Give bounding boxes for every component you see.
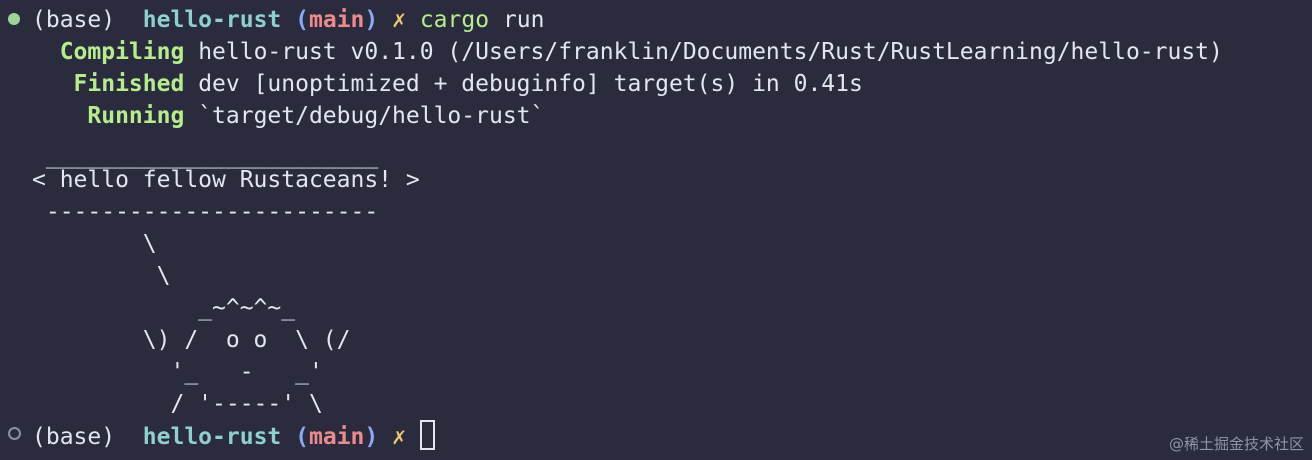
output-line-compiling: Compiling hello-rust v0.1.0 (/Users/fran… xyxy=(32,36,1223,68)
message-compiling: hello-rust v0.1.0 (/Users/franklin/Docum… xyxy=(198,39,1223,65)
conda-env: (base) xyxy=(32,7,116,33)
status-running: Running xyxy=(87,103,185,129)
ferris-line-9: / '-----' \ xyxy=(32,391,323,417)
ferris-line-8: '_ - _' xyxy=(32,359,323,385)
current-directory: hello-rust xyxy=(142,7,282,33)
current-directory: hello-rust xyxy=(142,424,282,450)
prompt-status-dot-idle xyxy=(8,427,21,440)
watermark: @稀土掘金技术社区 xyxy=(1168,435,1304,453)
terminal-window[interactable]: (base) hello-rust (main) ✗ cargo run Com… xyxy=(0,0,1312,460)
ferris-line-6: _~^~^~_ xyxy=(32,295,296,321)
prompt-line-1: (base) hello-rust (main) ✗ cargo run xyxy=(32,4,544,36)
dirty-marker: ✗ xyxy=(392,7,406,33)
ferris-line-2: < hello fellow Rustaceans! > xyxy=(32,167,420,193)
text-cursor[interactable] xyxy=(419,420,435,450)
message-running: `target/debug/hello-rust` xyxy=(198,103,545,129)
ferris-line-4: \ xyxy=(32,231,157,257)
command-name: cargo xyxy=(419,7,490,33)
conda-env: (base) xyxy=(32,424,116,450)
output-line-running: Running `target/debug/hello-rust` xyxy=(32,100,544,132)
prompt-status-dot xyxy=(8,13,20,25)
status-compiling: Compiling xyxy=(59,39,185,65)
status-finished: Finished xyxy=(73,71,185,97)
ferris-line-7: \) / o o \ (/ xyxy=(32,327,351,353)
git-branch: main xyxy=(309,7,365,33)
git-branch: main xyxy=(309,424,365,450)
git-paren-open: ( xyxy=(295,7,309,33)
message-finished: dev [unoptimized + debuginfo] target(s) … xyxy=(198,71,863,97)
ferris-line-5: \ xyxy=(32,263,171,289)
git-paren-open: ( xyxy=(295,424,309,450)
git-paren-close: ) xyxy=(364,7,379,33)
git-paren-close: ) xyxy=(364,424,379,450)
output-line-finished: Finished dev [unoptimized + debuginfo] t… xyxy=(32,68,863,100)
command-args: run xyxy=(502,7,545,33)
prompt-line-2[interactable]: (base) hello-rust (main) ✗ xyxy=(32,420,435,452)
dirty-marker: ✗ xyxy=(392,424,406,450)
ferris-line-3: ------------------------ xyxy=(32,199,379,225)
